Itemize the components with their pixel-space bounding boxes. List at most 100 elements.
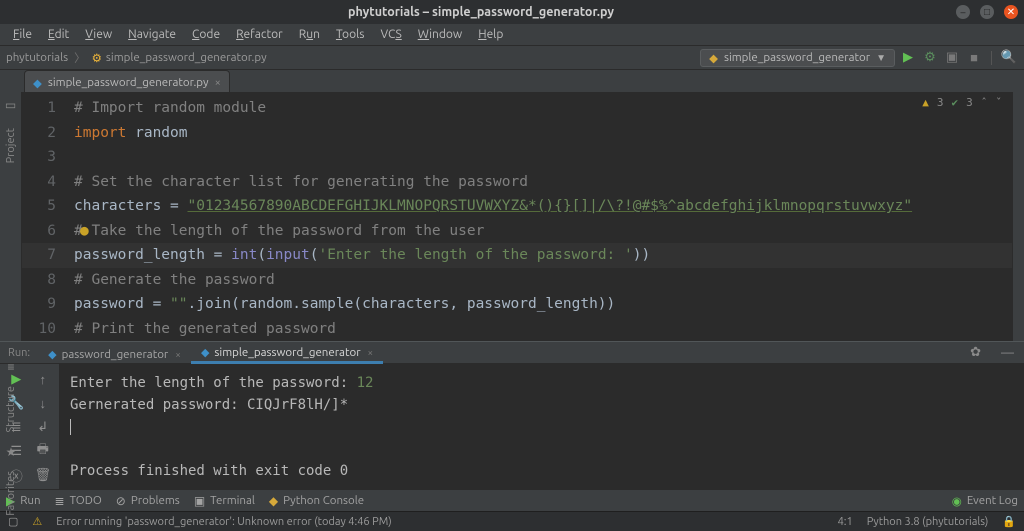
run-label: Run: [8, 347, 30, 359]
print-icon[interactable]: 🖶 [31, 440, 56, 462]
todo-tool-tab[interactable]: ≣TODO [55, 494, 102, 508]
line-number: 7 [22, 247, 74, 263]
line-number: 1 [22, 100, 74, 116]
menu-vcs[interactable]: VCS [373, 26, 408, 43]
code-line[interactable]: # Take the length of the password from t… [74, 223, 484, 239]
caret [70, 419, 71, 435]
down-button[interactable]: ↓ [31, 392, 56, 414]
up-button[interactable]: ↑ [31, 368, 56, 390]
chevron-down-icon[interactable]: ˇ [995, 96, 1002, 109]
debug-button[interactable]: ⚙ [921, 50, 939, 65]
line-number: 3 [22, 149, 74, 165]
project-tool-icon[interactable]: ▭ [5, 98, 16, 112]
close-tab-icon[interactable]: × [368, 347, 374, 358]
titlebar: phytutorials – simple_password_generator… [0, 0, 1024, 24]
line-number: 9 [22, 296, 74, 312]
favorites-tool-label[interactable]: Favorites [5, 471, 17, 516]
python-file-icon: ⚙ [92, 51, 102, 65]
close-tab-icon[interactable]: × [175, 349, 181, 360]
menu-help[interactable]: Help [471, 26, 510, 43]
lock-icon[interactable]: 🔒 [1002, 515, 1016, 528]
inspections-widget[interactable]: ▲ 3 ✔ 3 ˆ ˇ [922, 96, 1002, 109]
code-line[interactable]: # Set the character list for generating … [74, 174, 528, 190]
warning-icon: ⚠ [32, 515, 42, 528]
run-config-label: simple_password_generator [724, 51, 870, 64]
typo-count: 3 [966, 96, 973, 109]
close-tab-icon[interactable]: × [215, 77, 221, 89]
minimize-button[interactable]: – [956, 5, 970, 19]
run-panel: Run: ◆ password_generator × ◆ simple_pas… [0, 341, 1024, 489]
interpreter-label[interactable]: Python 3.8 (phytutorials) [867, 516, 989, 528]
menu-code[interactable]: Code [185, 26, 227, 43]
console-output[interactable]: Enter the length of the password: 12 Ger… [60, 364, 1024, 490]
code-editor[interactable]: ▲ 3 ✔ 3 ˆ ˇ 1# Import random module 2imp… [22, 92, 1012, 341]
warning-icon: ▲ [922, 96, 929, 109]
code-line[interactable]: characters = "01234567890ABCDEFGHIJKLMNO… [74, 198, 912, 214]
softwrap-icon[interactable]: ↲ [31, 416, 56, 438]
console-input: 12 [357, 375, 374, 391]
line-number: 4 [22, 174, 74, 190]
breadcrumb-project[interactable]: phytutorials [6, 51, 68, 64]
project-tool-label[interactable]: Project [5, 128, 17, 163]
structure-tool-icon[interactable]: ≡ [7, 360, 14, 374]
search-button[interactable]: 🔍 [1000, 50, 1018, 65]
tool-tab-strip: ▶Run ≣TODO ⊘Problems ▣Terminal ◆Python C… [0, 489, 1024, 511]
status-bar: ▢ ⚠ Error running 'password_generator': … [0, 511, 1024, 531]
gear-icon[interactable]: ✿ [960, 345, 991, 360]
menu-refactor[interactable]: Refactor [229, 26, 290, 43]
code-line[interactable]: password_length = int(input('Enter the l… [74, 247, 650, 263]
main-area: ▭ Project ▲ 3 ✔ 3 ˆ ˇ 1# Import random m… [0, 92, 1024, 341]
code-line[interactable]: # Import random module [74, 100, 266, 116]
window-title: phytutorials – simple_password_generator… [6, 5, 956, 19]
run-button[interactable]: ▶ [899, 50, 917, 65]
breadcrumb-file[interactable]: simple_password_generator.py [106, 51, 267, 64]
code-line[interactable]: password = "".join(random.sample(charact… [74, 296, 615, 312]
status-icon[interactable]: ▢ [8, 515, 18, 528]
breadcrumb[interactable]: phytutorials ⚙ simple_password_generator… [6, 50, 267, 66]
code-line[interactable]: # Print the generated password [74, 321, 336, 337]
hide-panel-icon[interactable]: — [991, 346, 1024, 360]
menu-navigate[interactable]: Navigate [121, 26, 183, 43]
favorites-tool-icon[interactable]: ★ [6, 445, 17, 459]
trash-icon[interactable]: 🗑 [31, 464, 56, 486]
coverage-button[interactable]: ▣ [943, 50, 961, 65]
structure-tool-label[interactable]: Structure [5, 386, 17, 433]
terminal-icon: ▣ [194, 494, 205, 508]
line-number: 8 [22, 272, 74, 288]
problems-icon: ⊘ [116, 494, 126, 508]
editor-tab[interactable]: ◆ simple_password_generator.py × [24, 70, 230, 92]
run-tab[interactable]: ◆ password_generator × [38, 342, 191, 364]
run-tab[interactable]: ◆ simple_password_generator × [191, 342, 383, 364]
menu-tools[interactable]: Tools [329, 26, 372, 43]
code-line[interactable]: import random [74, 125, 188, 141]
maximize-button[interactable]: □ [980, 5, 994, 19]
menu-run[interactable]: Run [292, 26, 327, 43]
stop-button[interactable]: ■ [965, 50, 983, 65]
caret-position[interactable]: 4:1 [838, 516, 853, 528]
typo-icon: ✔ [952, 96, 959, 109]
menu-edit[interactable]: Edit [41, 26, 76, 43]
line-number: 2 [22, 125, 74, 141]
menu-view[interactable]: View [78, 26, 119, 43]
terminal-tool-tab[interactable]: ▣Terminal [194, 494, 255, 508]
menu-file[interactable]: File [6, 26, 39, 43]
code-body[interactable]: 1# Import random module 2import random 3… [22, 92, 1012, 341]
run-configuration-selector[interactable]: ◆ simple_password_generator ▼ [700, 49, 895, 67]
python-icon: ◆ [709, 51, 718, 65]
status-message[interactable]: Error running 'password_generator': Unkn… [56, 516, 391, 528]
menu-window[interactable]: Window [411, 26, 469, 43]
chevron-down-icon: ▼ [876, 52, 886, 64]
python-icon: ◆ [269, 494, 278, 508]
chevron-up-icon[interactable]: ˆ [981, 96, 988, 109]
navigation-bar: phytutorials ⚙ simple_password_generator… [0, 46, 1024, 70]
python-console-tool-tab[interactable]: ◆Python Console [269, 494, 364, 508]
problems-tool-tab[interactable]: ⊘Problems [116, 494, 180, 508]
scrollbar[interactable] [1012, 92, 1024, 341]
code-line[interactable]: # Generate the password [74, 272, 275, 288]
bulb-icon[interactable]: ● [80, 223, 89, 239]
line-number: 6 [22, 223, 74, 239]
python-icon: ◆ [201, 346, 209, 359]
close-button[interactable]: ✕ [1004, 5, 1018, 19]
event-log-tool-tab[interactable]: ◉Event Log [952, 494, 1018, 508]
console-line: Enter the length of the password: [70, 375, 357, 391]
